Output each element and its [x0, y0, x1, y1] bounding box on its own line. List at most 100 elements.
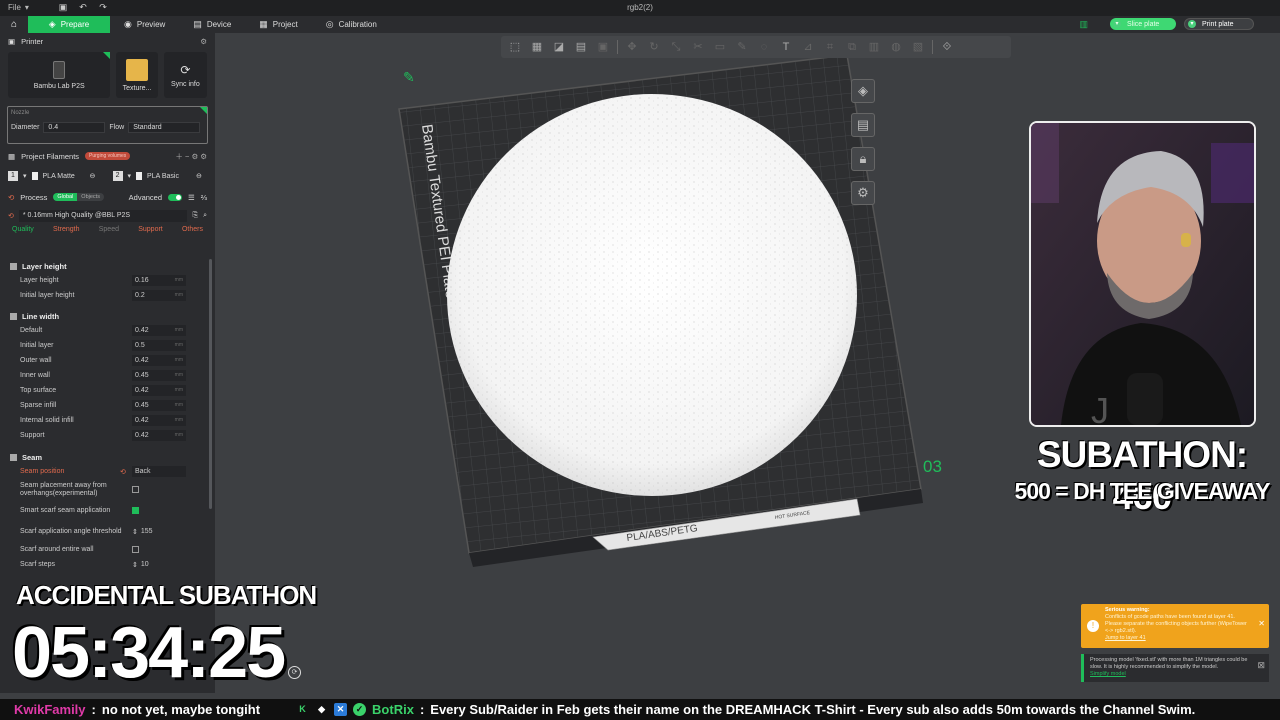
list-icon[interactable]: ☰: [188, 193, 195, 202]
save-preset-icon[interactable]: ⎘: [192, 212, 198, 220]
param-input[interactable]: 0.42 mm: [132, 415, 186, 426]
reset-icon[interactable]: ⟲: [8, 212, 14, 220]
filament-name[interactable]: PLA Matte: [43, 173, 85, 180]
param-input[interactable]: 0.2 mm: [132, 290, 186, 301]
advanced-toggle[interactable]: [168, 193, 182, 201]
process-preset-select[interactable]: * 0.16mm High Quality @BBL P2S: [18, 210, 188, 222]
arrange-icon[interactable]: ▤: [573, 39, 589, 55]
close-icon[interactable]: ⊠: [1257, 661, 1265, 670]
add-cube-icon[interactable]: ⬚: [507, 39, 523, 55]
param-value[interactable]: 0.2: [135, 290, 145, 301]
param-value[interactable]: 0.42: [135, 415, 149, 426]
plate-arrange-icon[interactable]: ◈: [851, 79, 875, 103]
stepper-arrows-icon[interactable]: ⇕: [132, 528, 138, 536]
view-mode-icon[interactable]: ⟐: [939, 39, 955, 55]
param-input[interactable]: 0.42 mm: [132, 325, 186, 336]
text-icon[interactable]: T: [778, 39, 794, 55]
process-scope-toggle[interactable]: Global Objects: [53, 193, 104, 201]
chevron-down-icon[interactable]: ▾: [1188, 20, 1196, 28]
scrollbar[interactable]: [209, 259, 212, 509]
scarf-angle-stepper[interactable]: ⇕ 155: [132, 526, 153, 537]
param-input[interactable]: 0.42 mm: [132, 430, 186, 441]
search-icon[interactable]: ⌕: [203, 212, 207, 220]
chevron-down-icon[interactable]: ▾: [128, 172, 132, 180]
sync-info-button[interactable]: ⟳ Sync info: [163, 52, 208, 98]
tab-others[interactable]: Others: [182, 226, 203, 240]
global-option[interactable]: Global: [53, 193, 78, 201]
param-input[interactable]: 0.42 mm: [132, 355, 186, 366]
cut-icon[interactable]: ✂: [690, 39, 706, 55]
chevron-down-icon[interactable]: ▾: [1113, 20, 1121, 28]
plate-orient-icon[interactable]: ▤: [851, 113, 875, 137]
move-icon[interactable]: ✥: [624, 39, 640, 55]
simplify-model-link[interactable]: Simplify model: [1090, 671, 1126, 677]
filament-number[interactable]: 1: [8, 171, 18, 181]
tab-calibration[interactable]: ◎ Calibration: [312, 16, 391, 33]
smart-scarf-checkbox[interactable]: [132, 507, 139, 514]
split-icon[interactable]: ▣: [595, 39, 611, 55]
tab-quality[interactable]: Quality: [12, 226, 34, 240]
paint-icon[interactable]: ✎: [734, 39, 750, 55]
lock-icon[interactable]: 🔒︎: [851, 147, 875, 171]
tab-preview[interactable]: ◉ Preview: [110, 16, 179, 33]
param-value[interactable]: 0.42: [135, 325, 149, 336]
param-input[interactable]: 0.5 mm: [132, 340, 186, 351]
brim-ears-icon[interactable]: ◍: [888, 39, 904, 55]
filament-number[interactable]: 2: [112, 171, 123, 181]
param-value[interactable]: 0.45: [135, 400, 149, 411]
tab-device[interactable]: ▤ Device: [179, 16, 245, 33]
compare-icon[interactable]: ⅔: [201, 193, 207, 202]
param-input[interactable]: 0.45 mm: [132, 370, 186, 381]
home-icon[interactable]: ⌂: [0, 16, 28, 33]
tab-support[interactable]: Support: [138, 226, 163, 240]
print-plate-button[interactable]: ▾ Print plate: [1184, 18, 1254, 30]
emboss-icon[interactable]: ▧: [910, 39, 926, 55]
chevron-down-icon[interactable]: ▾: [23, 172, 27, 180]
param-input[interactable]: 0.16 mm: [132, 275, 186, 286]
param-value[interactable]: 155: [141, 528, 153, 535]
tab-strength[interactable]: Strength: [53, 226, 79, 240]
printer-selector[interactable]: Bambu Lab P2S: [8, 52, 111, 98]
rotate-icon[interactable]: ↻: [646, 39, 662, 55]
tab-speed[interactable]: Speed: [99, 226, 119, 240]
slice-plate-button[interactable]: ▾ Slice plate: [1110, 18, 1176, 30]
param-value[interactable]: 0.42: [135, 385, 149, 396]
filament-name[interactable]: PLA Basic: [147, 173, 191, 180]
param-value[interactable]: 0.5: [135, 340, 145, 351]
reset-icon[interactable]: ⟲: [120, 468, 132, 476]
tab-project[interactable]: ▦ Project: [245, 16, 311, 33]
sync-icon[interactable]: ⟳: [288, 666, 301, 679]
param-input[interactable]: 0.42 mm: [132, 385, 186, 396]
param-value[interactable]: 0.42: [135, 355, 149, 366]
seam-away-checkbox[interactable]: [132, 486, 139, 493]
measure-icon[interactable]: ⊿: [800, 39, 816, 55]
param-value[interactable]: Back: [135, 466, 151, 477]
param-value[interactable]: 0.16: [135, 275, 149, 286]
plate-selector[interactable]: Texture...: [116, 52, 158, 98]
assembly-icon[interactable]: ⌗: [822, 39, 838, 55]
plate-grid-icon[interactable]: ▥: [1079, 19, 1088, 30]
tab-prepare[interactable]: ◈ Prepare: [28, 16, 110, 33]
pencil-icon[interactable]: ✎: [403, 69, 415, 86]
jump-to-layer-link[interactable]: Jump to layer 41: [1105, 635, 1251, 642]
scale-icon[interactable]: ⤡: [668, 39, 684, 55]
seam-paint-icon[interactable]: ◌: [756, 39, 772, 55]
scarf-steps-stepper[interactable]: ⇕ 10: [132, 559, 149, 570]
param-value[interactable]: 0.45: [135, 370, 149, 381]
seam-position-select[interactable]: Back: [132, 466, 186, 477]
objects-option[interactable]: Objects: [77, 193, 104, 201]
orient-icon[interactable]: ◪: [551, 39, 567, 55]
grid-icon[interactable]: ▦: [529, 39, 545, 55]
scarf-entire-checkbox[interactable]: [132, 546, 139, 553]
param-value[interactable]: 10: [141, 561, 149, 568]
edit-icon[interactable]: ⊖: [90, 172, 108, 180]
param-input[interactable]: 0.45 mm: [132, 400, 186, 411]
lay-flat-icon[interactable]: ▭: [712, 39, 728, 55]
param-value[interactable]: 0.42: [135, 430, 149, 441]
purging-volumes-button[interactable]: Purging volumes: [85, 152, 131, 160]
diameter-select[interactable]: 0.4: [43, 122, 106, 133]
boolean-icon[interactable]: ⧉: [844, 39, 860, 55]
stepper-arrows-icon[interactable]: ⇕: [132, 561, 138, 569]
edit-icon[interactable]: ⊖: [196, 172, 202, 180]
support-paint-icon[interactable]: ▥: [866, 39, 882, 55]
